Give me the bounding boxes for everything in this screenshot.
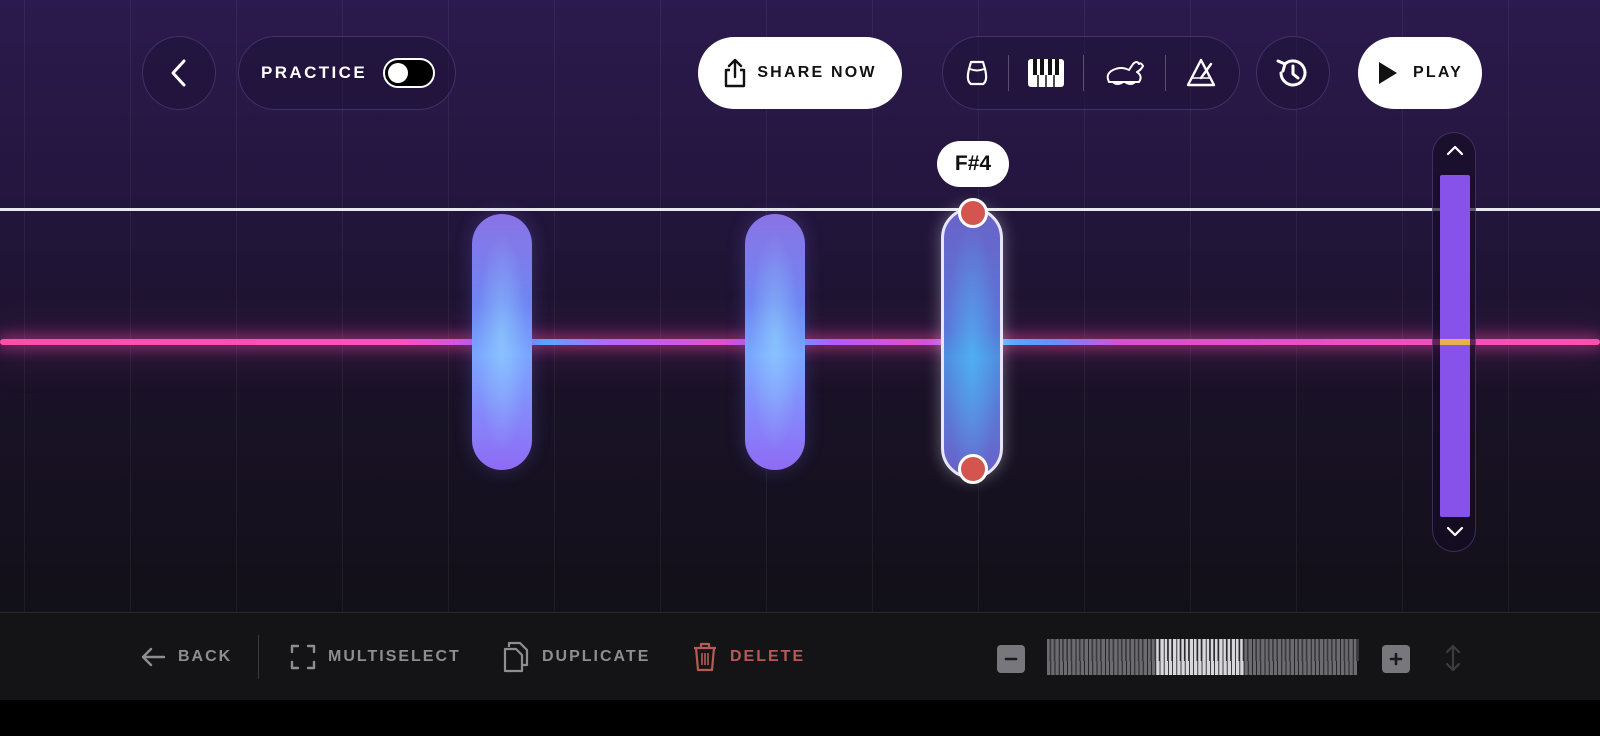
- multiselect-icon: [290, 644, 316, 670]
- minimap-key: [1114, 639, 1118, 675]
- minimap-key: [1278, 639, 1282, 675]
- minus-icon: [1004, 657, 1018, 661]
- tool-divider: [1083, 55, 1085, 91]
- scroll-up-button[interactable]: [1433, 143, 1477, 157]
- minimap-key: [1219, 639, 1223, 675]
- note-block[interactable]: [472, 214, 532, 470]
- grid-line: [660, 0, 661, 612]
- editor-canvas[interactable]: F#4 PRACTICE SHARE NOW PLAY: [0, 0, 1600, 612]
- minimap-key: [1261, 639, 1265, 675]
- delete-label: DELETE: [730, 648, 806, 665]
- minimap-key: [1307, 639, 1311, 675]
- minimap-key: [1189, 639, 1194, 675]
- minimap-black-key: [1356, 639, 1359, 661]
- toggle-knob: [388, 63, 409, 83]
- pitch-range-bar[interactable]: [1440, 175, 1470, 517]
- back-button[interactable]: BACK: [140, 613, 232, 701]
- multiselect-label: MULTISELECT: [328, 648, 461, 665]
- minimap-key: [1072, 639, 1076, 675]
- practice-label: PRACTICE: [261, 63, 368, 82]
- history-button[interactable]: [1256, 36, 1330, 110]
- minimap-key: [1336, 639, 1341, 675]
- minimap-key: [1290, 639, 1294, 675]
- minimap-key: [1143, 639, 1147, 675]
- zoom-in-button[interactable]: [1382, 645, 1410, 673]
- grid-line: [554, 0, 555, 612]
- back-nav-button[interactable]: [142, 36, 216, 110]
- grid-line: [1508, 0, 1509, 612]
- delete-button[interactable]: DELETE: [692, 613, 805, 701]
- play-label: PLAY: [1412, 64, 1463, 81]
- grid-line: [130, 0, 131, 612]
- minimap-key: [1055, 639, 1059, 675]
- vertical-arrows-icon: [1445, 644, 1461, 672]
- practice-toggle[interactable]: [383, 58, 436, 88]
- minimap-key: [1101, 639, 1105, 675]
- minimap-key: [1202, 639, 1206, 675]
- play-icon: [1378, 62, 1397, 84]
- minimap-key: [1248, 639, 1252, 675]
- tool-divider: [1008, 55, 1010, 91]
- note-bottom-handle[interactable]: [958, 454, 988, 484]
- note-pitch-label: F#4: [937, 141, 1009, 187]
- share-now-button[interactable]: SHARE NOW: [698, 37, 902, 109]
- duplicate-label: DUPLICATE: [542, 648, 651, 665]
- grid-line: [236, 0, 237, 612]
- playhead-top-line: [0, 208, 1600, 211]
- share-now-label: SHARE NOW: [757, 64, 877, 81]
- note-block-selected[interactable]: [941, 207, 1003, 479]
- plus-icon: [1389, 652, 1403, 666]
- multiselect-button[interactable]: MULTISELECT: [290, 613, 461, 701]
- back-label: BACK: [178, 648, 233, 665]
- duplicate-button[interactable]: DUPLICATE: [502, 613, 650, 701]
- chevron-up-icon: [1446, 145, 1464, 156]
- trash-icon: [694, 642, 716, 672]
- zoom-out-button[interactable]: [997, 645, 1025, 673]
- current-pitch-marker: [1440, 339, 1470, 345]
- keyboard-minimap[interactable]: [1047, 639, 1359, 675]
- grid-line: [24, 0, 25, 612]
- scroll-down-button[interactable]: [1433, 525, 1477, 539]
- minimap-key: [1231, 639, 1236, 675]
- minimap-key: [1320, 639, 1324, 675]
- tool-divider: [1164, 55, 1166, 91]
- metronome-icon[interactable]: [1184, 58, 1218, 88]
- share-icon: [725, 58, 746, 88]
- minimap-key: [1173, 639, 1177, 675]
- play-button[interactable]: PLAY: [1358, 37, 1482, 109]
- piano-keys-icon[interactable]: [1027, 58, 1065, 88]
- toolbar-divider: [258, 635, 259, 679]
- bell-icon[interactable]: [964, 59, 990, 87]
- minimap-key: [1349, 639, 1353, 675]
- minimap-key: [1160, 639, 1164, 675]
- arrow-left-icon: [141, 647, 166, 667]
- rabbit-icon[interactable]: [1103, 58, 1147, 88]
- minimap-key: [1084, 639, 1089, 675]
- note-top-handle[interactable]: [958, 198, 988, 228]
- resize-handle[interactable]: [1442, 643, 1464, 678]
- tool-group: [942, 36, 1240, 110]
- chevron-left-icon: [171, 59, 186, 87]
- practice-toggle-group: PRACTICE: [238, 36, 456, 110]
- duplicate-icon: [503, 641, 529, 673]
- pitch-scroll-rail[interactable]: [1432, 132, 1476, 552]
- history-icon: [1276, 59, 1307, 87]
- note-block[interactable]: [745, 214, 805, 470]
- bottom-toolbar: BACK MULTISELECT DUPLICATE DELETE: [0, 612, 1600, 700]
- minimap-key: [1131, 639, 1135, 675]
- chevron-down-icon: [1446, 526, 1464, 537]
